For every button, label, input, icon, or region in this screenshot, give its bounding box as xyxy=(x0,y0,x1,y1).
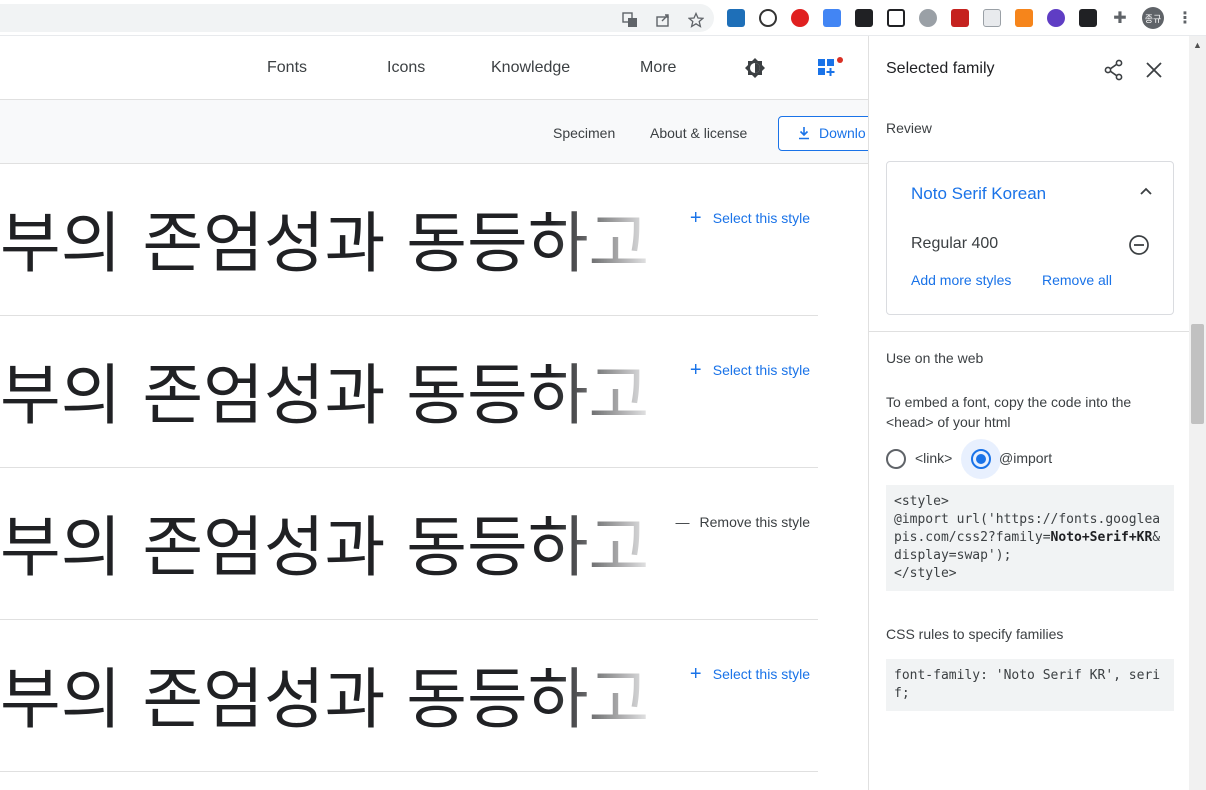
style-action-label: Select this style xyxy=(712,666,810,682)
style-action-label: Select this style xyxy=(712,210,810,226)
import-code-block[interactable]: <style> @import url('https://fonts.googl… xyxy=(886,485,1174,591)
style-sample-text: 부의 존엄성과 동등하고 xyxy=(0,661,650,738)
extension-dark-icon[interactable] xyxy=(855,9,873,27)
radio-link-label[interactable]: <link> xyxy=(915,450,952,466)
minus-icon: — xyxy=(675,514,690,530)
review-label: Review xyxy=(886,120,932,136)
purple-extension-icon[interactable] xyxy=(1047,9,1065,27)
scrollbar-thumb[interactable] xyxy=(1191,324,1204,424)
family-subnav: Specimen About & license Downlo xyxy=(0,100,868,164)
avatar[interactable]: 종규 xyxy=(1142,7,1164,29)
download-family-button[interactable]: Downlo xyxy=(778,116,868,151)
translate-icon[interactable] xyxy=(622,12,638,28)
plus-icon: + xyxy=(689,359,702,381)
radio-import[interactable] xyxy=(971,449,991,469)
share-icon[interactable] xyxy=(1103,59,1125,86)
bookmark-star-icon[interactable] xyxy=(688,12,704,28)
google-translate-icon[interactable] xyxy=(823,9,841,27)
theme-toggle-icon[interactable] xyxy=(744,57,766,84)
block-extension-icon[interactable] xyxy=(759,9,777,27)
family-card: Noto Serif Korean Regular 400 Add more s… xyxy=(886,161,1174,315)
css-rules-title: CSS rules to specify families xyxy=(886,626,1064,642)
remove-style-button[interactable]: — Remove this style xyxy=(676,514,810,530)
browser-toolbar: ✚ 종규 ⋮ xyxy=(0,0,1206,36)
selected-variant: Regular 400 xyxy=(911,235,999,252)
style-row: 부의 존엄성과 동등하고 — Remove this style xyxy=(0,468,818,620)
address-bar[interactable] xyxy=(0,4,714,32)
use-on-web-title: Use on the web xyxy=(886,350,984,366)
plus-icon: + xyxy=(689,207,702,229)
css-rule-code-block[interactable]: font-family: 'Noto Serif KR', serif; xyxy=(886,659,1174,711)
share-icon[interactable] xyxy=(655,12,671,28)
radio-link[interactable] xyxy=(886,449,906,469)
extension-window-icon[interactable] xyxy=(983,9,1001,27)
nav-fonts[interactable]: Fonts xyxy=(267,59,307,77)
page-scrollbar[interactable]: ▲ xyxy=(1189,36,1206,790)
code-family-param: Noto+Serif+KR xyxy=(1050,530,1153,545)
kebab-menu-icon[interactable]: ⋮ xyxy=(1176,9,1194,27)
radio-import-label[interactable]: @import xyxy=(999,450,1052,466)
style-row: 부의 존엄성과 동등하고 + Select this style xyxy=(0,316,818,468)
style-sample-text: 부의 존엄성과 동등하고 xyxy=(0,509,650,586)
font-page: Fonts Icons Knowledge More Specimen Abou… xyxy=(0,36,868,790)
top-navigation: Fonts Icons Knowledge More xyxy=(0,36,868,100)
plus-icon: + xyxy=(689,663,702,685)
selected-families-icon[interactable] xyxy=(817,57,843,84)
nav-knowledge[interactable]: Knowledge xyxy=(491,59,570,77)
family-name[interactable]: Noto Serif Korean xyxy=(911,184,1046,204)
adblock-icon[interactable] xyxy=(791,9,809,27)
nav-more[interactable]: More xyxy=(640,59,676,77)
gear-extension-icon[interactable] xyxy=(919,9,937,27)
style-sample-text: 부의 존엄성과 동등하고 xyxy=(0,205,650,282)
divider xyxy=(869,331,1189,332)
style-sample-text: 부의 존엄성과 동등하고 xyxy=(0,357,650,434)
style-action-label: Select this style xyxy=(712,362,810,378)
chevron-up-icon[interactable] xyxy=(1139,184,1153,203)
scroll-up-arrow-icon[interactable]: ▲ xyxy=(1193,40,1202,50)
select-style-button[interactable]: + Select this style xyxy=(689,207,810,229)
style-row: 부의 존엄성과 동등하고 + Select this style xyxy=(0,620,818,772)
tampermonkey-icon[interactable] xyxy=(1079,9,1097,27)
picture-in-picture-icon[interactable] xyxy=(887,9,905,27)
selected-family-panel: Selected family Review Noto Serif Korean… xyxy=(868,36,1189,790)
puzzle-extensions-icon[interactable]: ✚ xyxy=(1111,9,1129,27)
close-icon[interactable] xyxy=(1145,61,1163,84)
metamask-icon[interactable] xyxy=(1015,9,1033,27)
red-extension-icon[interactable] xyxy=(951,9,969,27)
panel-title: Selected family xyxy=(886,60,995,77)
style-action-label: Remove this style xyxy=(699,514,810,530)
nav-icons[interactable]: Icons xyxy=(387,59,425,77)
remove-variant-icon[interactable] xyxy=(1128,234,1150,261)
embed-instructions: To embed a font, copy the code into the … xyxy=(886,394,1132,430)
remove-all-link[interactable]: Remove all xyxy=(1042,272,1112,288)
style-row: 부의 존엄성과 동등하고 + Select this style xyxy=(0,164,818,316)
download-label: Downlo xyxy=(819,125,866,141)
extension-1-icon[interactable] xyxy=(727,9,745,27)
tab-about-license[interactable]: About & license xyxy=(650,125,747,141)
select-style-button[interactable]: + Select this style xyxy=(689,663,810,685)
download-icon xyxy=(797,126,811,143)
add-more-styles-link[interactable]: Add more styles xyxy=(911,272,1011,288)
tab-specimen[interactable]: Specimen xyxy=(553,125,615,141)
select-style-button[interactable]: + Select this style xyxy=(689,359,810,381)
